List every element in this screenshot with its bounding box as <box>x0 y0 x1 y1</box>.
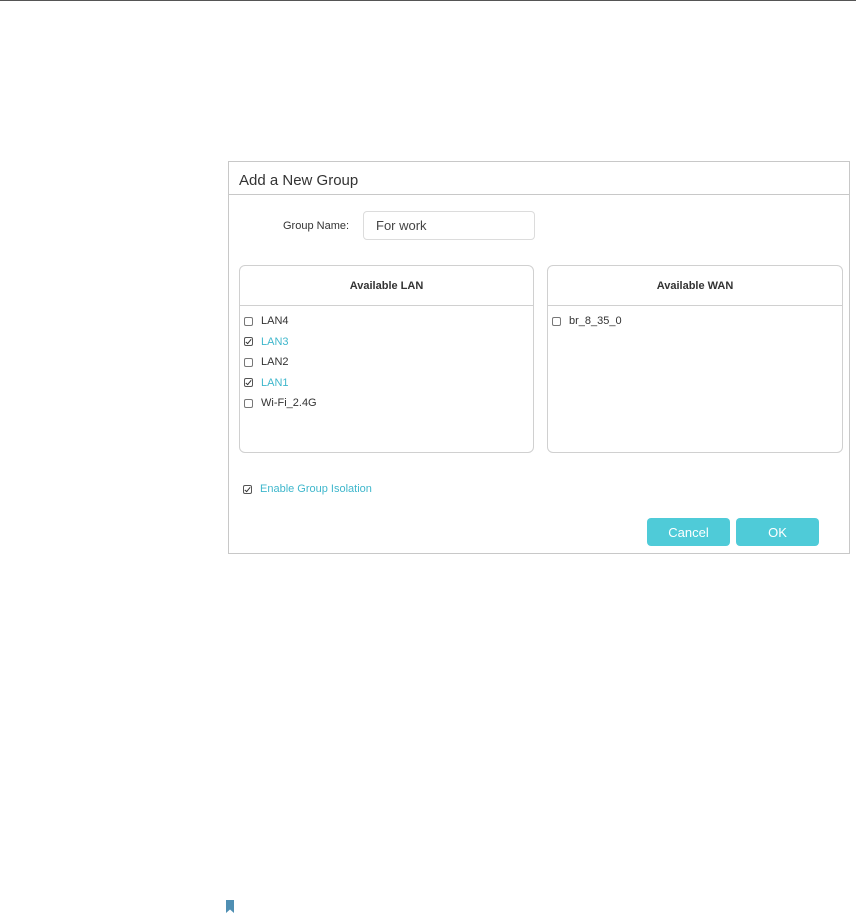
lan-item-lan1[interactable]: LAN1 <box>240 373 533 394</box>
add-group-dialog: Add a New Group Group Name: Available LA… <box>228 161 850 554</box>
lan-item-wifi-2-4g[interactable]: Wi-Fi_2.4G <box>240 393 533 414</box>
wan-item-label: br_8_35_0 <box>569 315 622 328</box>
lan-item-lan2[interactable]: LAN2 <box>240 352 533 373</box>
lan-item-label: LAN4 <box>261 315 289 328</box>
isolation-checkbox[interactable] <box>243 484 252 494</box>
available-lan-panel: Available LAN LAN4 LAN3 LAN2 LAN1 Wi-Fi_… <box>239 265 534 453</box>
top-divider <box>0 0 856 1</box>
lan-item-label: LAN1 <box>261 376 289 389</box>
dialog-title: Add a New Group <box>239 172 359 189</box>
bookmark-icon <box>226 900 234 913</box>
isolation-label: Enable Group Isolation <box>260 483 372 496</box>
group-name-label: Group Name: <box>283 220 350 232</box>
lan-item-label: LAN2 <box>261 356 289 369</box>
checkbox[interactable] <box>244 316 253 326</box>
wan-item-br-8-35-0[interactable]: br_8_35_0 <box>548 311 842 332</box>
available-wan-header: Available WAN <box>548 266 842 306</box>
checkbox[interactable] <box>244 378 253 388</box>
available-wan-panel: Available WAN br_8_35_0 <box>547 265 843 453</box>
checkbox[interactable] <box>552 316 561 326</box>
lan-item-label: Wi-Fi_2.4G <box>261 397 317 410</box>
group-name-input[interactable] <box>363 211 535 240</box>
available-lan-header: Available LAN <box>240 266 533 306</box>
checkbox[interactable] <box>244 398 253 408</box>
dialog-header: Add a New Group <box>229 162 849 195</box>
lan-list: LAN4 LAN3 LAN2 LAN1 Wi-Fi_2.4G <box>240 306 533 414</box>
checkbox[interactable] <box>244 337 253 347</box>
lan-item-lan4[interactable]: LAN4 <box>240 311 533 332</box>
lan-item-lan3[interactable]: LAN3 <box>240 332 533 353</box>
lan-item-label: LAN3 <box>261 335 289 348</box>
wan-list: br_8_35_0 <box>548 306 842 332</box>
checkbox[interactable] <box>244 357 253 367</box>
enable-group-isolation[interactable]: Enable Group Isolation <box>239 479 372 500</box>
cancel-button[interactable]: Cancel <box>647 518 730 546</box>
ok-button[interactable]: OK <box>736 518 819 546</box>
